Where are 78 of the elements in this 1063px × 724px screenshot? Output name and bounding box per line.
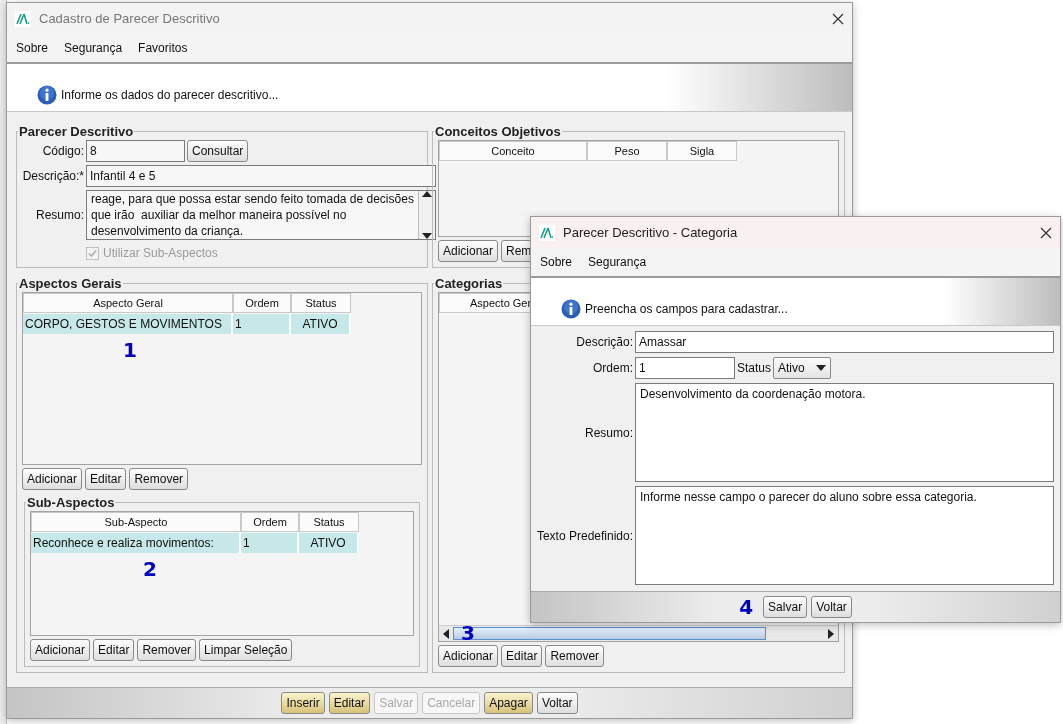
field-label: Resumo:: [583, 425, 633, 440]
scroll-up-icon: [421, 191, 432, 197]
predefined-text-field[interactable]: Informe nesse campo o parecer do aluno sobre essa categoria.: [635, 486, 1054, 585]
field-label: Ordem:: [592, 361, 633, 375]
group-title: Aspectos Gerais: [18, 276, 123, 291]
code-field[interactable]: 8: [86, 140, 185, 162]
field-label: Descrição:: [575, 335, 633, 349]
column-header[interactable]: Peso: [587, 141, 667, 161]
add-button[interactable]: Adicionar: [438, 240, 499, 262]
info-icon: [37, 85, 57, 105]
menu-item[interactable]: Segurança: [64, 41, 123, 55]
field-label: Código:: [41, 144, 84, 158]
annotation-number: 3: [461, 622, 475, 641]
back-button[interactable]: Voltar: [811, 596, 852, 618]
column-header[interactable]: Sigla: [667, 141, 737, 161]
field-label: Resumo:: [34, 208, 84, 222]
add-button[interactable]: Adicionar: [22, 468, 83, 490]
table-cell: CORPO, GESTOS E MOVIMENTOS: [23, 314, 233, 334]
group-title: Parecer Descritivo: [18, 124, 135, 139]
column-header[interactable]: Ordem: [241, 512, 299, 532]
annotation-number: 2: [143, 558, 157, 580]
group-title: Conceitos Objetivos: [434, 124, 562, 139]
back-button[interactable]: Voltar: [536, 692, 578, 714]
menu-item[interactable]: Sobre: [16, 41, 49, 55]
table-cell: 1: [233, 314, 291, 334]
description-field[interactable]: Amassar: [635, 331, 1054, 353]
menu-item[interactable]: Segurança: [588, 255, 647, 269]
status-dropdown[interactable]: Ativo: [773, 357, 832, 379]
remove-button[interactable]: Remover: [137, 639, 197, 661]
banner-message: Preencha os campos para cadastrar...: [585, 301, 788, 318]
order-field[interactable]: 1: [635, 357, 735, 379]
column-header[interactable]: Aspecto Geral: [23, 293, 233, 313]
remove-button[interactable]: Remover: [129, 468, 189, 490]
column-header[interactable]: Aspecto Ger: [439, 293, 533, 313]
status-cell: ATIVO: [299, 533, 359, 553]
app-logo-icon: [539, 224, 555, 241]
dropdown-caret-icon: [816, 365, 827, 371]
edit-button[interactable]: Editar: [93, 639, 135, 661]
app-logo-icon: [15, 10, 31, 27]
add-button[interactable]: Adicionar: [30, 639, 91, 661]
menu-item[interactable]: Favoritos: [138, 41, 188, 55]
description-field[interactable]: Infantil 4 e 5: [86, 165, 436, 187]
column-header[interactable]: Status: [299, 512, 359, 532]
scroll-thumb[interactable]: [453, 627, 766, 640]
close-icon[interactable]: [1040, 226, 1052, 239]
window-title: Parecer Descritivo - Categoria: [563, 225, 738, 240]
vertical-scrollbar[interactable]: [417, 191, 435, 239]
field-label: Texto Predefinido:: [535, 528, 633, 543]
delete-button[interactable]: Apagar: [484, 692, 533, 714]
consult-button[interactable]: Consultar: [187, 140, 249, 162]
summary-field[interactable]: Desenvolvimento da coordenação motora.: [635, 383, 1054, 482]
insert-button[interactable]: Inserir: [281, 692, 325, 714]
edit-button[interactable]: Editar: [85, 468, 127, 490]
edit-button[interactable]: Editar: [501, 645, 543, 667]
table-cell: 1: [241, 533, 299, 553]
group-title: Categorias: [434, 276, 504, 291]
edit-button[interactable]: Editar: [328, 692, 371, 714]
column-header[interactable]: Sub-Aspecto: [31, 512, 241, 532]
table-cell: Reconhece e realiza movimentos:: [31, 533, 241, 553]
add-button[interactable]: Adicionar: [438, 645, 499, 667]
field-label: Status: [737, 361, 772, 375]
column-header[interactable]: Status: [291, 293, 351, 313]
clear-selection-button[interactable]: Limpar Seleção: [199, 639, 293, 661]
window-title: Cadastro de Parecer Descritivo: [39, 11, 220, 26]
horizontal-scrollbar[interactable]: [439, 625, 838, 641]
annotation-number: 4: [739, 595, 754, 619]
scroll-down-icon: [421, 233, 432, 239]
status-cell: ATIVO: [291, 314, 351, 334]
annotation-number: 1: [123, 339, 137, 361]
save-button[interactable]: Salvar: [763, 596, 808, 618]
column-header[interactable]: Conceito: [439, 141, 587, 161]
column-header[interactable]: Ordem: [233, 293, 291, 313]
field-label: Descrição:*: [22, 169, 84, 183]
group-title: Sub-Aspectos: [26, 495, 116, 510]
banner-message: Informe os dados do parecer descritivo...: [61, 87, 279, 104]
info-icon: [561, 299, 581, 319]
remove-button[interactable]: Remover: [545, 645, 605, 667]
close-icon[interactable]: [832, 12, 844, 25]
